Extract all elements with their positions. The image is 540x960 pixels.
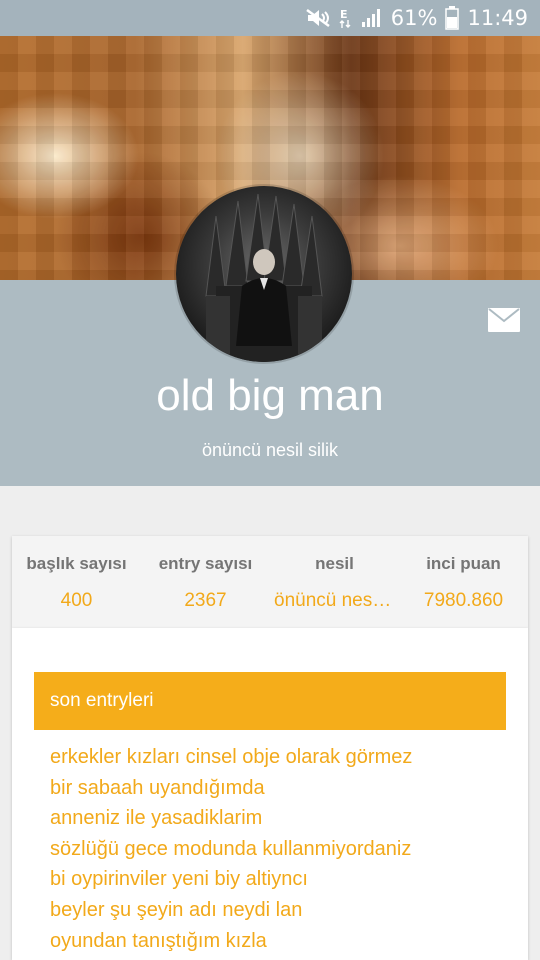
mute-icon xyxy=(305,8,331,28)
mail-icon[interactable] xyxy=(488,308,520,332)
stat-inci-puan: inci puan 7980.860 xyxy=(399,536,528,628)
entries-card: son entryleri erkekler kızları cinsel ob… xyxy=(12,628,528,960)
stat-baslik: başlık sayısı 400 xyxy=(12,536,141,628)
profile-subtitle: önüncü nesil silik xyxy=(201,440,339,460)
signal-icon xyxy=(361,8,383,28)
battery-percent: 61% xyxy=(390,6,438,30)
stat-value: 400 xyxy=(60,590,93,611)
stats-card: başlık sayısı 400 entry sayısı 2367 nesi… xyxy=(12,536,528,628)
stat-label: inci puan xyxy=(426,554,501,573)
entries-list: erkekler kızları cinsel obje olarak görm… xyxy=(50,742,520,956)
profile-name: old big man xyxy=(156,371,384,420)
stat-entry: entry sayısı 2367 xyxy=(141,536,270,628)
stat-value: önüncü nesil silik xyxy=(274,590,399,611)
entries-header: son entryleri xyxy=(34,672,506,730)
entry-link[interactable]: beyler şu şeyin adı neydi lan xyxy=(50,895,520,926)
entry-link[interactable]: sözlüğü gece modunda kullanmiyordaniz xyxy=(50,834,520,865)
stat-value: 7980.860 xyxy=(423,590,504,611)
stat-label: başlık sayısı xyxy=(26,554,127,573)
entry-link[interactable]: erkekler kızları cinsel obje olarak görm… xyxy=(50,742,520,773)
data-e-icon: E xyxy=(339,7,353,29)
entry-link[interactable]: oyundan tanıştığım kızla xyxy=(50,926,520,957)
stat-label: nesil xyxy=(315,554,354,573)
svg-text:E: E xyxy=(340,8,348,21)
stat-label: entry sayısı xyxy=(158,554,253,573)
clock: 11:49 xyxy=(467,6,528,30)
avatar[interactable] xyxy=(176,186,352,362)
battery-icon xyxy=(445,6,460,30)
status-bar: E 61% 11:49 xyxy=(0,0,540,36)
entry-link[interactable]: bi oypirinviler yeni biy altiyncı xyxy=(50,864,520,895)
stat-nesil: nesil önüncü nesil silik xyxy=(270,536,399,628)
entry-link[interactable]: anneniz ile yasadiklarim xyxy=(50,803,520,834)
status-icons: E 61% 11:49 xyxy=(305,0,528,36)
stat-value: 2367 xyxy=(184,590,227,611)
entry-link[interactable]: bir sabaah uyandığımda xyxy=(50,773,520,804)
